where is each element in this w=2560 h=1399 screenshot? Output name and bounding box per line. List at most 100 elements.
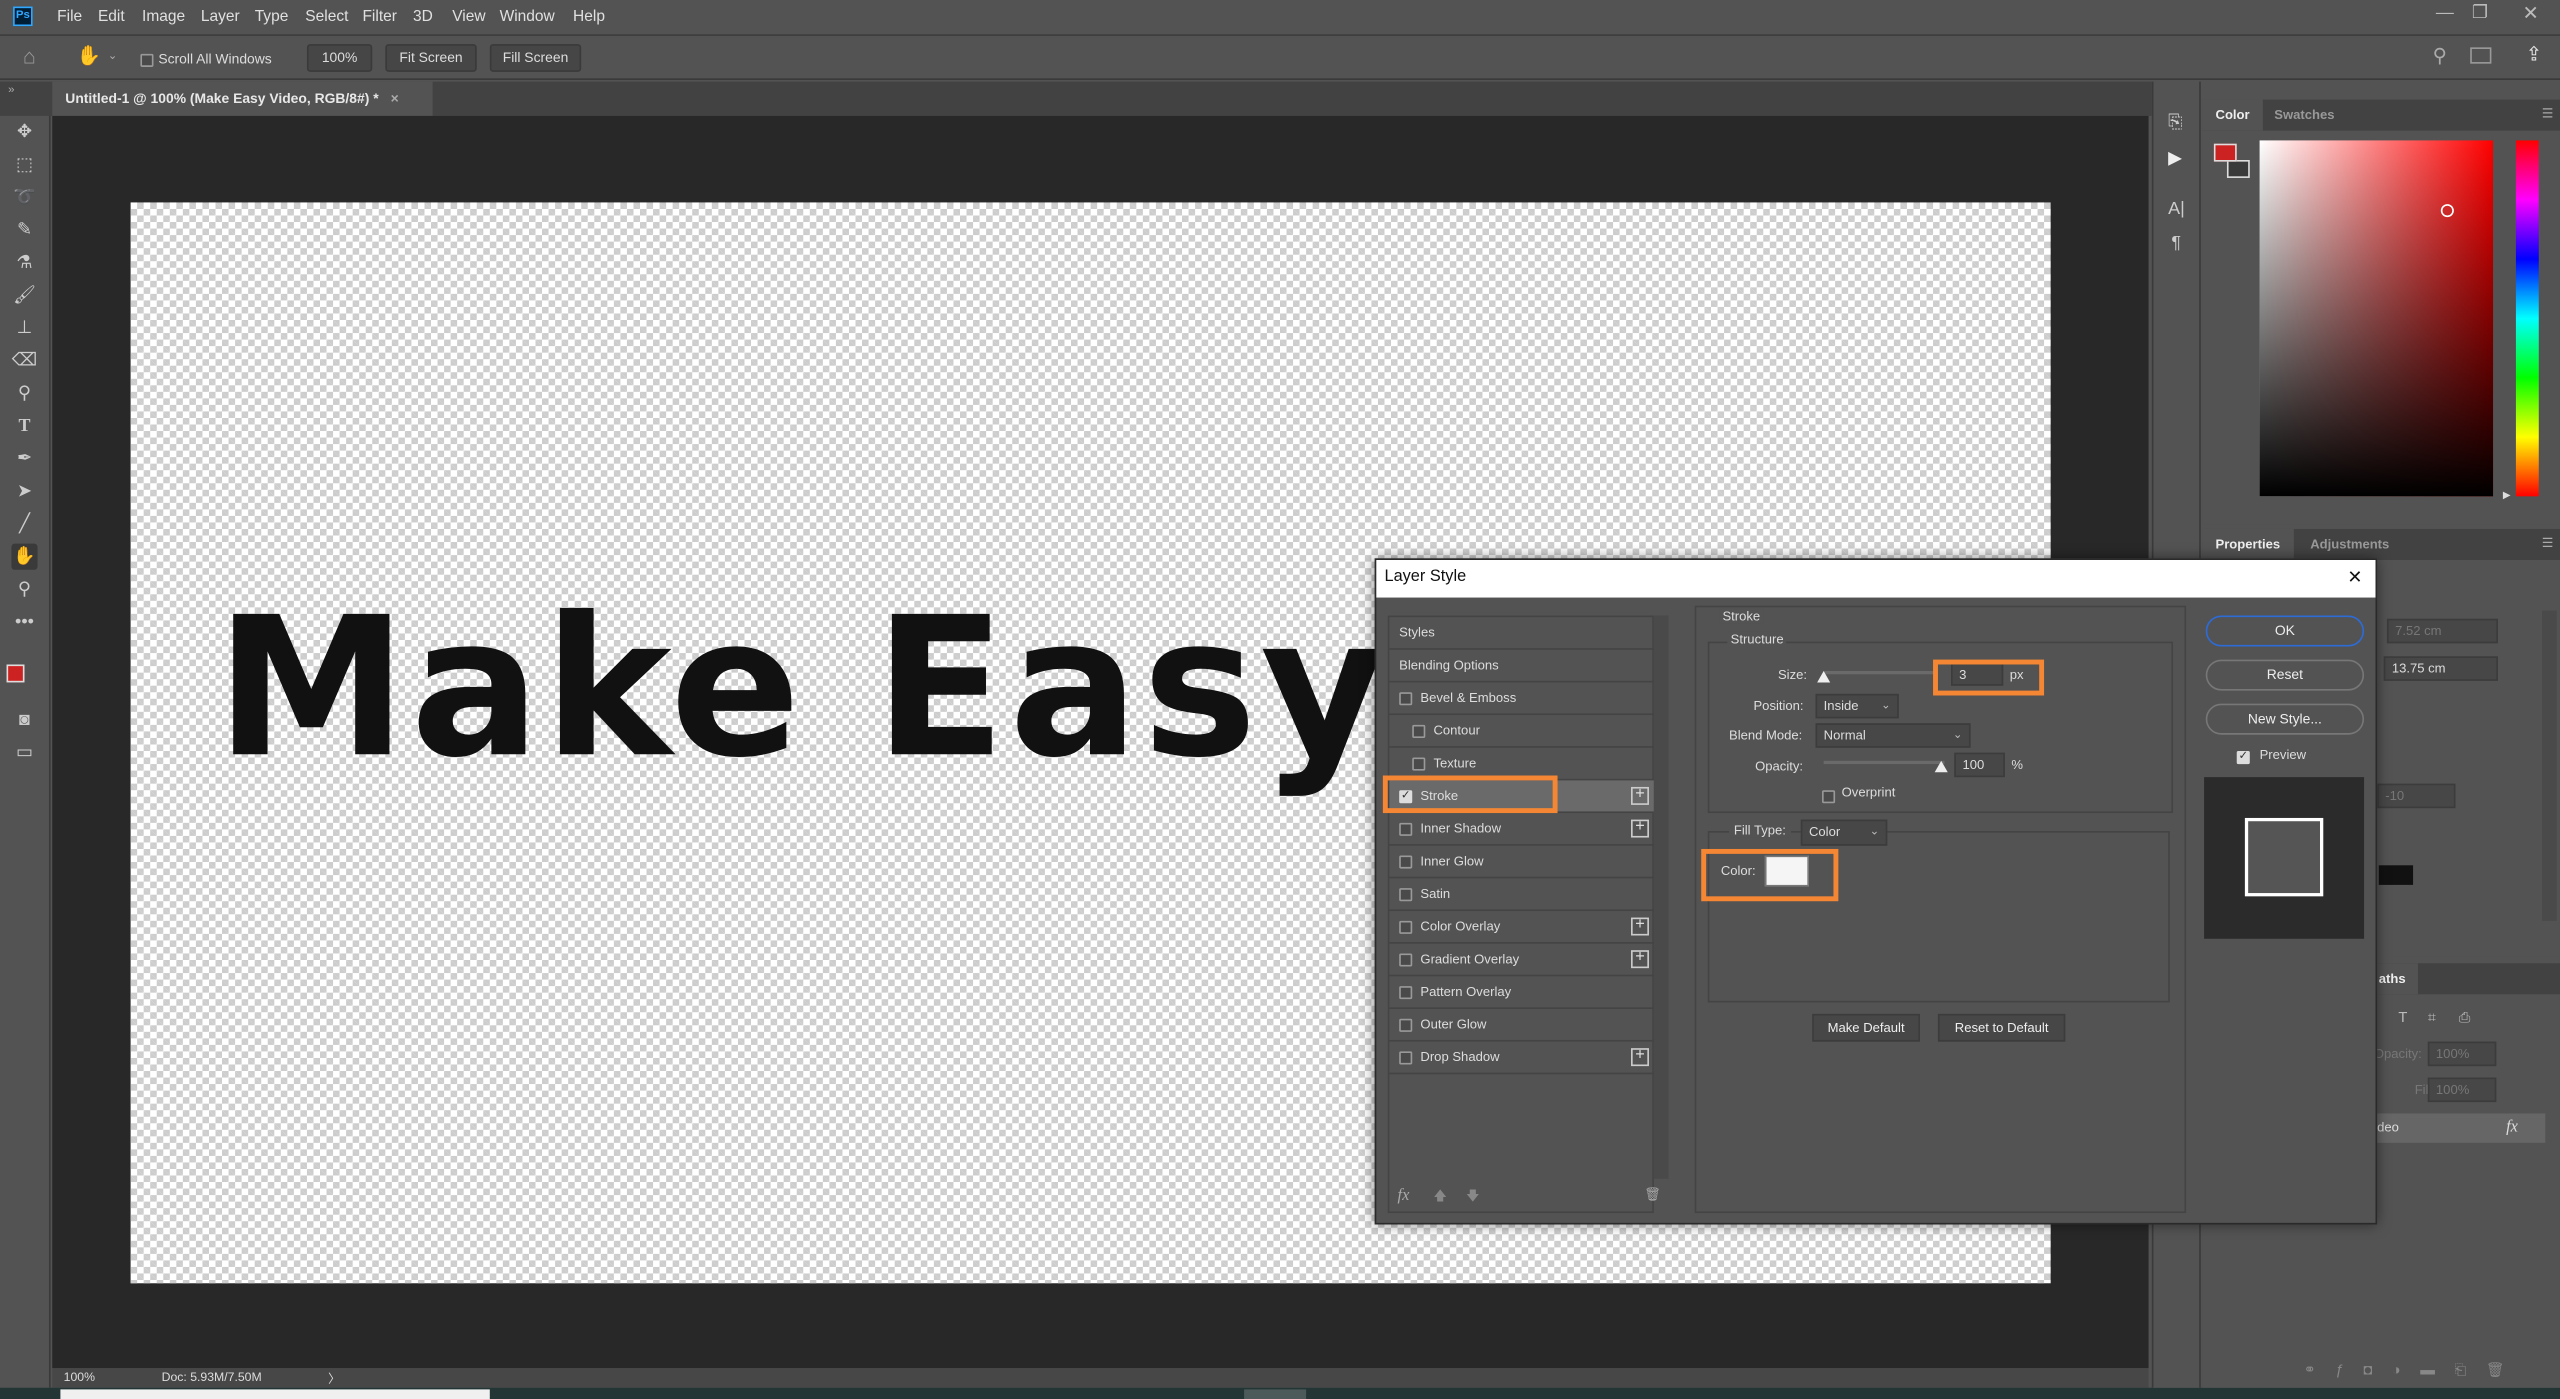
fill-screen-button[interactable]: Fill Screen [489,44,582,72]
quick-mask-icon[interactable]: ◙ [11,707,37,733]
tab-swatches[interactable]: Swatches [2261,100,2347,131]
document-tab[interactable]: Untitled-1 @ 100% (Make Easy Video, RGB/… [52,81,433,116]
add-effect-instance-icon[interactable]: + [1631,1047,1649,1067]
expand-panels-icon[interactable]: » [8,85,14,96]
home-icon[interactable]: ⌂ [23,44,36,68]
size-slider-thumb[interactable] [1817,671,1831,683]
tab-color[interactable]: Color [2202,99,2263,131]
style-checkbox[interactable] [1399,855,1413,869]
delete-effect-icon[interactable]: 🗑 [1644,1187,1661,1202]
tab-properties[interactable]: Properties [2202,528,2294,560]
close-tab-icon[interactable]: × [391,90,399,106]
menu-image[interactable]: Image [142,8,185,26]
character-icon[interactable]: A| [2168,199,2185,219]
scroll-all-windows-checkbox[interactable] [140,51,154,67]
style-item-contour[interactable]: Contour [1389,715,1654,748]
style-checkbox[interactable] [1412,757,1426,771]
color-swatch[interactable] [2378,865,2414,885]
restore-icon[interactable]: ❐ [2472,2,2488,23]
screen-mode-icon[interactable]: ▭ [11,740,37,766]
actions-play-icon[interactable]: ▶ [2168,147,2182,169]
more-tools-icon[interactable]: ••• [11,609,37,635]
hand-tool-icon[interactable]: ✋ [77,44,101,67]
style-item-pattern-overlay[interactable]: Pattern Overlay [1389,976,1654,1009]
status-zoom[interactable]: 100% [64,1370,95,1385]
style-checkbox[interactable] [1399,887,1413,902]
property-value[interactable]: 7.52 cm [2386,618,2498,644]
zoom-100-button[interactable]: 100% [306,44,373,72]
layer-bottom-icons[interactable]: ⚭ƒ◘◑▬⎗🗑 [2304,1362,2524,1380]
style-checkbox[interactable] [1399,1051,1413,1065]
status-arrow-icon[interactable]: 〉 [328,1370,340,1388]
fill-type-select[interactable]: Color ⌄ [1800,819,1888,846]
style-checkbox[interactable] [1399,920,1413,934]
menu-edit[interactable]: Edit [98,8,125,26]
menu-type[interactable]: Type [255,8,289,26]
lasso-tool-icon[interactable]: ➰ [11,184,37,210]
style-item-inner-glow[interactable]: Inner Glow [1389,846,1654,879]
eyedropper-tool-icon[interactable]: ⚗ [11,250,37,276]
foreground-color-swatch[interactable] [2213,143,2237,162]
new-style-button[interactable]: New Style... [2205,703,2365,735]
foreground-color-swatch[interactable] [6,664,25,683]
menu-filter[interactable]: Filter [362,8,396,26]
fit-screen-button[interactable]: Fit Screen [385,44,477,72]
close-icon[interactable]: ✕ [2522,2,2538,25]
style-item-gradient-overlay[interactable]: Gradient Overlay + [1389,944,1654,977]
style-checkbox[interactable] [1399,953,1413,967]
preview-checkbox[interactable]: ✓ [2236,748,2250,764]
stamp-tool-icon[interactable]: ⊥ [11,315,37,341]
eraser-tool-icon[interactable]: ⌫ [11,348,37,374]
layer-row[interactable]: deo fx [2365,1113,2546,1143]
zoom-tool-icon[interactable]: ⚲ [11,576,37,602]
style-item-outer-glow[interactable]: Outer Glow [1389,1009,1654,1042]
style-item-color-overlay[interactable]: Color Overlay + [1389,911,1654,944]
styles-scrollbar[interactable] [1653,615,1669,1179]
hue-slider-thumb[interactable]: ▶ [2503,490,2511,501]
scrollbar[interactable] [2542,610,2557,921]
reset-button[interactable]: Reset [2205,659,2365,691]
style-checkbox[interactable] [1399,985,1413,1000]
pen-tool-icon[interactable]: ✒ [11,446,37,472]
color-picker-field[interactable] [2259,140,2494,497]
property-value[interactable]: -10 [2377,783,2456,809]
style-item-satin[interactable]: Satin [1389,878,1654,912]
position-select[interactable]: Inside ⌄ [1815,693,1899,719]
history-icon[interactable]: ⎘ [2168,113,2182,134]
dodge-tool-icon[interactable]: ⚲ [11,380,37,406]
overprint-checkbox[interactable] [1822,787,1836,803]
opacity-slider[interactable] [1823,760,1945,765]
menu-help[interactable]: Help [573,8,605,26]
menu-file[interactable]: File [57,8,82,26]
menu-layer[interactable]: Layer [201,8,240,26]
hand-tool-icon[interactable]: ✋ [11,543,38,570]
opacity-input[interactable]: 100 [1954,752,2005,778]
style-item-styles[interactable]: Styles [1389,617,1654,650]
workspace-icon[interactable] [2470,47,2492,64]
path-selection-tool-icon[interactable]: ➤ [11,478,37,504]
menu-window[interactable]: Window [500,8,555,26]
style-item-bevel-emboss[interactable]: Bevel & Emboss [1389,682,1654,716]
property-value[interactable]: 13.75 cm [2383,656,2498,681]
color-picker-cursor[interactable] [2440,204,2454,218]
reset-to-default-button[interactable]: Reset to Default [1937,1013,2066,1042]
style-item-drop-shadow[interactable]: Drop Shadow + [1389,1042,1654,1075]
hue-slider[interactable] [2515,140,2539,497]
move-down-icon[interactable]: 🡇 [1466,1187,1479,1210]
paragraph-icon[interactable]: ¶ [2171,233,2181,253]
blend-mode-select[interactable]: Normal ⌄ [1815,723,1971,748]
add-effect-instance-icon[interactable]: + [1631,949,1649,969]
size-slider[interactable] [1823,671,1935,675]
style-checkbox[interactable] [1399,822,1413,836]
add-effect-instance-icon[interactable]: + [1631,819,1649,838]
style-checkbox[interactable] [1399,692,1413,706]
type-tool-icon[interactable]: T [11,413,37,439]
make-default-button[interactable]: Make Default [1812,1013,1920,1042]
layer-effects-icon[interactable]: fx [2506,1118,2518,1136]
panel-menu-icon[interactable]: ☰ [2542,106,2554,121]
quick-selection-tool-icon[interactable]: ✎ [11,217,37,243]
tab-adjustments[interactable]: Adjustments [2297,529,2402,560]
dialog-close-icon[interactable]: ✕ [2347,567,2362,588]
layer-fill-field[interactable]: 100% [2427,1077,2497,1103]
menu-3d[interactable]: 3D [413,8,433,26]
